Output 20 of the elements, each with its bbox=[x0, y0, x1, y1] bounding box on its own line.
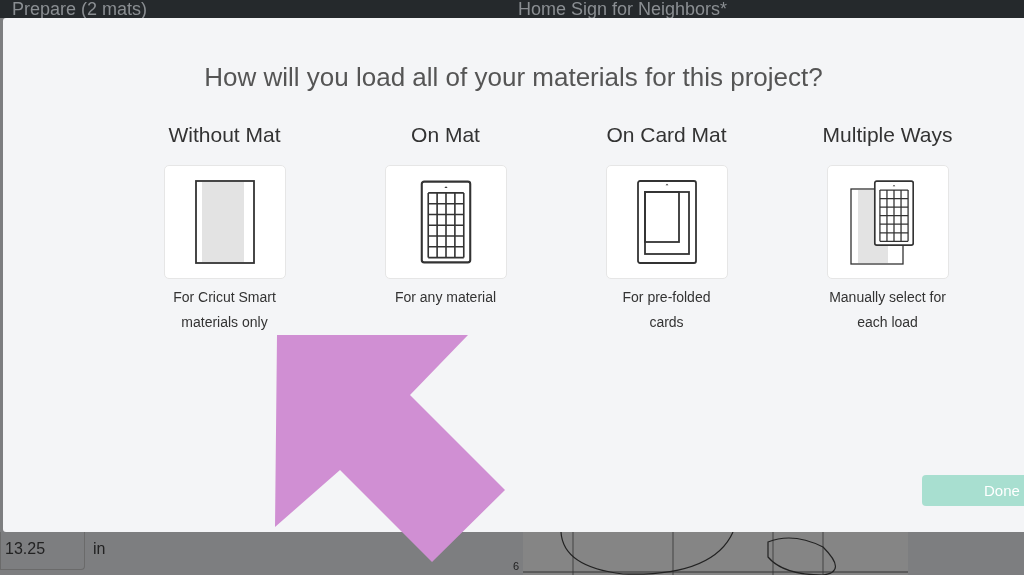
option-title: Multiple Ways bbox=[822, 123, 953, 148]
card-mat-icon bbox=[636, 180, 697, 264]
dialog-heading: How will you load all of your materials for this project? bbox=[204, 62, 823, 93]
option-description: Manually select for each load bbox=[828, 288, 947, 332]
load-option-card[interactable] bbox=[163, 165, 286, 279]
option-title: On Card Mat bbox=[606, 123, 727, 148]
option-description: For Cricut Smart materials only bbox=[172, 288, 277, 332]
option-description: For any material bbox=[393, 288, 498, 307]
option-description: For pre-folded cards bbox=[621, 288, 712, 332]
load-option-card[interactable] bbox=[384, 165, 507, 279]
load-option-card[interactable] bbox=[826, 165, 949, 279]
project-title: Home Sign for Neighbors* bbox=[518, 0, 729, 18]
ruler-number: 6 bbox=[513, 560, 521, 572]
option-title: Without Mat bbox=[168, 123, 281, 148]
load-option-card[interactable] bbox=[605, 165, 728, 279]
panel-title: Prepare (2 mats) bbox=[12, 0, 149, 18]
material-sheet-icon bbox=[194, 180, 255, 264]
unit-label: in bbox=[93, 540, 107, 558]
size-field[interactable]: 13.25 bbox=[0, 532, 85, 570]
option-title: On Mat bbox=[411, 123, 480, 148]
